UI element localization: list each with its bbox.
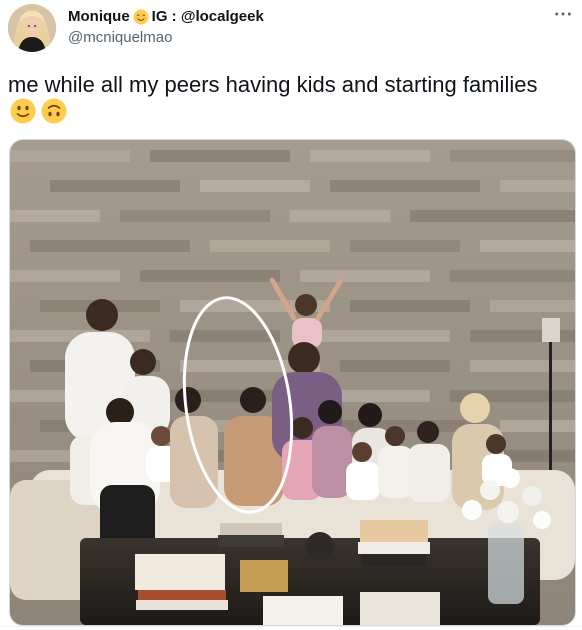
tweet-text: me while all my peers having kids and st…: [8, 72, 538, 97]
divider: [0, 626, 582, 627]
group-photo-illustration: [10, 140, 575, 625]
emoji-row: [10, 98, 67, 129]
author-name-row[interactable]: Monique IG : @localgeek: [68, 8, 264, 26]
more-options-icon[interactable]: [552, 6, 574, 22]
tweet[interactable]: Monique IG : @localgeek @mcniquelmao me …: [0, 0, 582, 630]
smiling-face-icon: [133, 9, 149, 25]
author-name-suffix[interactable]: IG : @localgeek: [152, 8, 264, 26]
slightly-smiling-face-icon: [10, 98, 36, 129]
avatar[interactable]: [8, 4, 56, 52]
tweet-author: Monique IG : @localgeek @mcniquelmao: [68, 8, 264, 47]
author-handle[interactable]: @mcniquelmao: [68, 29, 264, 47]
author-name[interactable]: Monique: [68, 8, 130, 26]
tweet-photo[interactable]: [9, 139, 576, 626]
upside-down-face-icon: [41, 98, 67, 129]
